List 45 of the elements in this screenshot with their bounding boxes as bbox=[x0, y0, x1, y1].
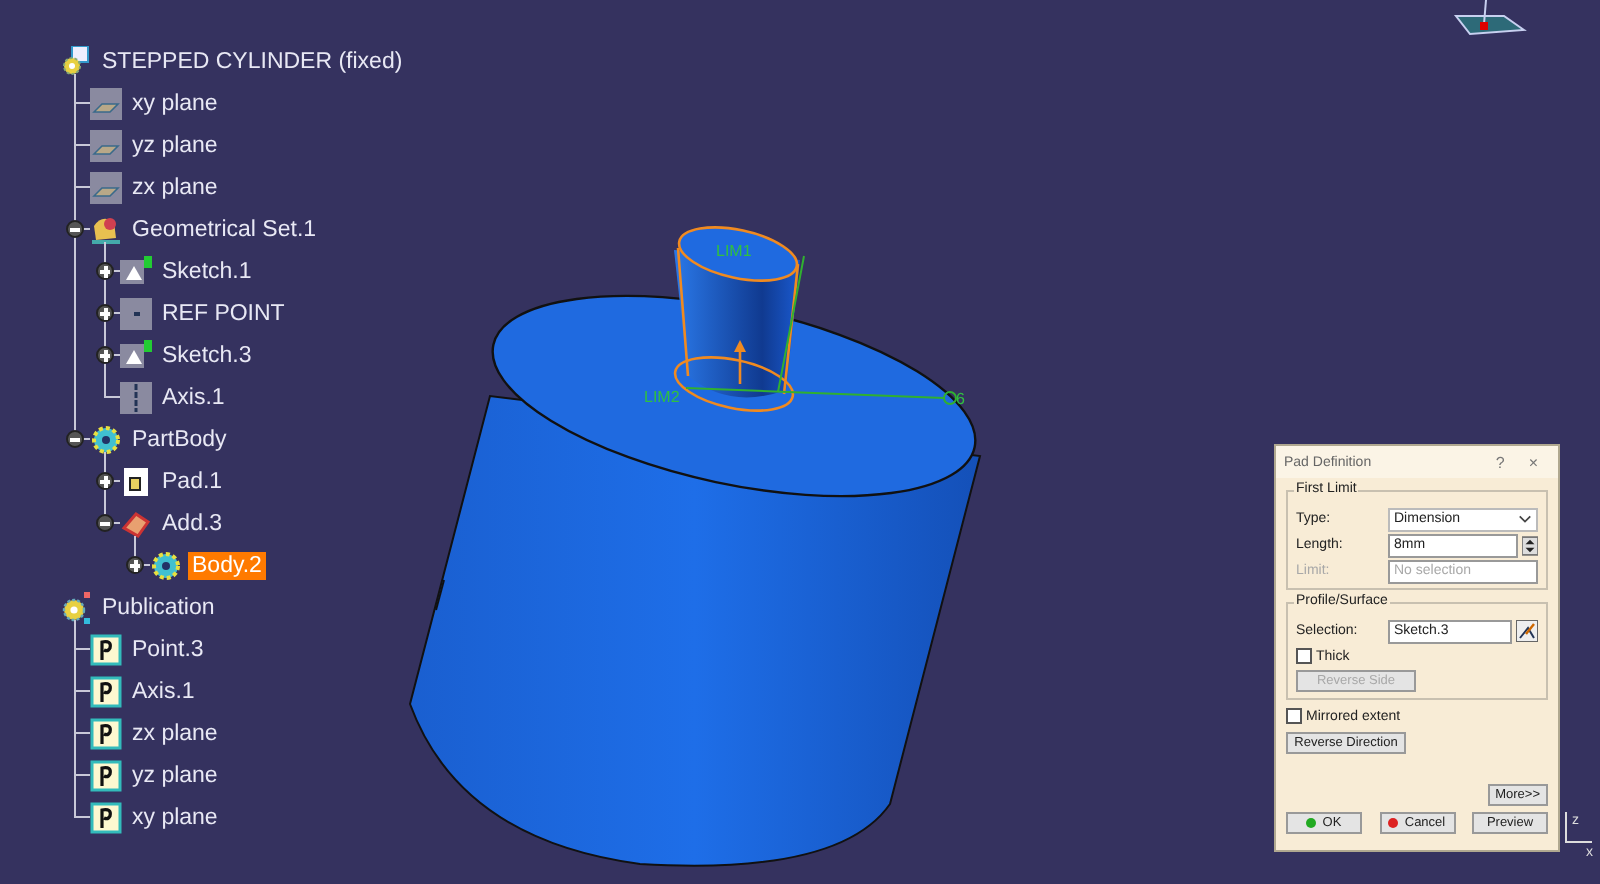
close-button[interactable]: × bbox=[1516, 453, 1550, 471]
point-icon[interactable] bbox=[120, 297, 152, 329]
tree-item[interactable]: xy plane bbox=[128, 803, 222, 831]
expand-toggle[interactable] bbox=[96, 262, 114, 280]
tree-item[interactable]: Geometrical Set.1 bbox=[128, 215, 321, 243]
tree-item[interactable]: Add.3 bbox=[158, 509, 227, 537]
expand-toggle[interactable] bbox=[96, 346, 114, 364]
spinner-icon[interactable] bbox=[1522, 535, 1538, 555]
expand-toggle[interactable] bbox=[96, 472, 114, 490]
tree-item[interactable]: zx plane bbox=[128, 173, 222, 201]
tree-item[interactable]: zx plane bbox=[128, 719, 222, 747]
tree-item[interactable]: Publication bbox=[98, 593, 219, 621]
body-icon[interactable] bbox=[90, 423, 122, 455]
tree-item[interactable]: Axis.1 bbox=[128, 677, 199, 705]
axis-icon[interactable] bbox=[120, 381, 152, 413]
constraint-label: LIM1 bbox=[716, 242, 752, 260]
chevron-icon bbox=[1518, 514, 1532, 524]
constraint-label: 6 bbox=[956, 390, 965, 408]
tree-item[interactable]: Point.3 bbox=[128, 635, 208, 663]
tree-item[interactable]: xy plane bbox=[128, 89, 222, 117]
tree-item[interactable]: STEPPED CYLINDER (fixed) bbox=[98, 47, 407, 75]
plane-icon[interactable] bbox=[90, 129, 122, 161]
help-button[interactable]: ? bbox=[1483, 453, 1517, 471]
sketch-icon[interactable] bbox=[1516, 620, 1538, 642]
expand-toggle[interactable] bbox=[126, 556, 144, 574]
axis-icon bbox=[1565, 811, 1593, 843]
tree-item[interactable]: Axis.1 bbox=[158, 383, 229, 411]
tree-item[interactable]: PartBody bbox=[128, 425, 231, 453]
expand-toggle[interactable] bbox=[96, 514, 114, 532]
tree-item[interactable]: Sketch.3 bbox=[158, 341, 256, 369]
tree-item[interactable]: yz plane bbox=[128, 761, 222, 789]
compass-icon[interactable] bbox=[1453, 0, 1527, 36]
tree-item[interactable]: REF POINT bbox=[158, 299, 289, 327]
plane-icon[interactable] bbox=[90, 87, 122, 119]
sketch-icon[interactable] bbox=[120, 255, 152, 287]
sketch-icon[interactable] bbox=[120, 339, 152, 371]
constraint-label: LIM2 bbox=[644, 388, 680, 406]
tree-item[interactable]: yz plane bbox=[128, 131, 222, 159]
body-icon[interactable] bbox=[150, 549, 182, 581]
expand-toggle[interactable] bbox=[96, 304, 114, 322]
tree-item[interactable]: Sketch.1 bbox=[158, 257, 256, 285]
tree-item[interactable]: Pad.1 bbox=[158, 467, 227, 495]
expand-toggle[interactable] bbox=[66, 220, 84, 238]
expand-toggle[interactable] bbox=[66, 430, 84, 448]
plane-icon[interactable] bbox=[90, 171, 122, 203]
